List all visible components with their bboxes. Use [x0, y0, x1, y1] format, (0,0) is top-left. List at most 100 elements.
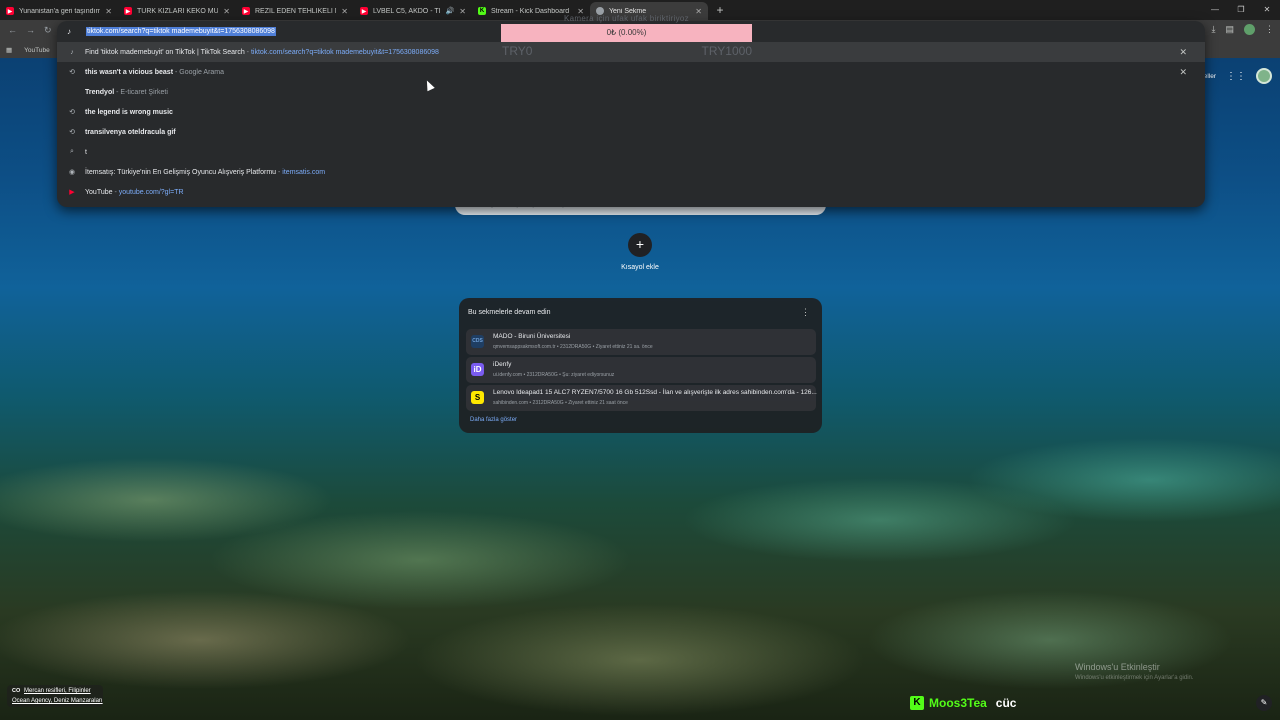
suggestion-text: Trendyol - E-ticaret Şirketi [85, 89, 168, 96]
address-input[interactable]: tiktok.com/search?q=tiktok mademebuyit&t… [86, 27, 276, 36]
continue-item-idenfy[interactable]: iD iDenfy ui.idenfy.com • 2312DRA50G • Ş… [466, 357, 816, 383]
continue-card-title: Bu sekmelerle devam edin [468, 309, 551, 316]
suggestion-0[interactable]: ♪ Find 'tiktok mademebuyit' on TikTok | … [57, 42, 1205, 62]
sahibinden-icon: S [471, 391, 484, 404]
donation-progress-bar: 0₺ (0.00%) [501, 24, 752, 42]
suggestion-main: YouTube [85, 188, 113, 196]
youtube-icon: ▶ [242, 7, 250, 15]
suggestion-text: İtemsatış: Türkiye'nin En Gelişmiş Oyunc… [85, 169, 325, 176]
suggestion-2[interactable]: Trendyol - E-ticaret Şirketi [57, 82, 1205, 102]
add-shortcut-label: Kısayol ekle [621, 264, 659, 271]
customize-pencil-icon[interactable]: ✎ [1256, 695, 1272, 711]
remove-suggestion-icon[interactable]: ✕ [1179, 47, 1187, 58]
tab-title: Yunanistan'a geri taşındım - Yo [19, 7, 101, 15]
suggestion-url: itemsatis.com [282, 168, 326, 176]
continue-item-subtitle: ui.idenfy.com • 2312DRA50G • Şu: ziyaret… [493, 372, 615, 378]
extensions-icon[interactable]: ▤ [1225, 24, 1234, 35]
profile-avatar[interactable] [1244, 24, 1255, 35]
windows-activation-sub: Windows'u etkinleştirmek için Ayarlar'a … [1075, 675, 1194, 681]
continue-item-title: MADO - Biruni Üniversitesi [493, 333, 571, 340]
bookmark-youtube[interactable]: YouTube [24, 47, 50, 54]
suggestion-text: transilvenya oteldracula gif [85, 129, 176, 136]
window-controls: — ❐ ✕ [1202, 0, 1280, 20]
suggestion-text: the legend is wrong music [85, 109, 173, 116]
suggestion-main: Trendyol [85, 88, 115, 96]
youtube-icon: ▶ [69, 189, 75, 196]
history-icon: ⟲ [69, 109, 75, 116]
close-tab-icon[interactable]: ✕ [459, 7, 466, 16]
tab-title: LVBEL C5, AKDO - TİKTOK [373, 7, 441, 15]
show-more-link[interactable]: Daha fazla göster [470, 417, 517, 423]
continue-item-title: Lenovo Ideapad1 15 ALC7 RYZEN7/5700 16 G… [493, 389, 817, 396]
speaker-icon[interactable]: 🔊 [446, 7, 455, 15]
minimize-icon[interactable]: — [1202, 0, 1228, 20]
suggestion-main: the legend is wrong music [85, 108, 173, 116]
add-shortcut[interactable]: + Kısayol ekle [603, 233, 677, 271]
close-window-icon[interactable]: ✕ [1254, 0, 1280, 20]
suggestion-4[interactable]: ⟲ transilvenya oteldracula gif [57, 122, 1205, 142]
suggestion-url: youtube.com/?gl=TR [118, 188, 184, 196]
back-icon[interactable]: ← [8, 25, 17, 35]
suggestion-main: İtemsatış: Türkiye'nin En Gelişmiş Oyunc… [85, 168, 277, 176]
omnibox-dropdown: ♪ tiktok.com/search?q=tiktok mademebuyit… [57, 21, 1205, 207]
stream-extra-text: cüc [995, 696, 1017, 710]
tab-1[interactable]: ▶ TÜRK KIZLARI KEKO MU SEVİYO ✕ [118, 2, 236, 20]
search-icon: ⌕ [70, 148, 74, 155]
credit-title-link[interactable]: Mercan resifleri, Filipinler [24, 688, 91, 694]
tab-2[interactable]: ▶ REZİL EDEN TEHLİKELİ MASA O ✕ [236, 2, 354, 20]
tab-0[interactable]: ▶ Yunanistan'a geri taşındım - Yo ✕ [0, 2, 118, 20]
stream-badge: K Moos3Tea cüc [910, 696, 1016, 710]
suggestion-1[interactable]: ⟲ this wasn't a vicious beast - Google A… [57, 62, 1205, 82]
youtube-icon: ▶ [6, 7, 14, 15]
menu-icon[interactable]: ⋮ [1265, 24, 1274, 35]
mado-icon: CDS [471, 335, 484, 348]
suggestion-main: transilvenya oteldracula gif [85, 128, 176, 136]
youtube-icon: ▶ [124, 7, 132, 15]
download-icon[interactable]: ⤓ [1212, 24, 1216, 35]
suggestion-6[interactable]: ◉ İtemsatış: Türkiye'nin En Gelişmiş Oyu… [57, 162, 1205, 182]
account-avatar[interactable] [1256, 68, 1272, 84]
suggestion-main: this wasn't a vicious beast [85, 68, 174, 76]
credit-badge: CO [12, 688, 21, 694]
continue-item-mado[interactable]: CDS MADO - Biruni Üniversitesi qmvemsapp… [466, 329, 816, 355]
suggestion-text: t [85, 149, 87, 156]
suggestion-3[interactable]: ⟲ the legend is wrong music [57, 102, 1205, 122]
apps-launcher-icon[interactable]: ⋮⋮ [1226, 71, 1246, 82]
tab-title: REZİL EDEN TEHLİKELİ MASA O [255, 7, 336, 15]
continue-item-subtitle: qmvemsappsakmsoft.com.tr • 2312DRA50G • … [493, 344, 653, 350]
toolbar-actions: ⤓ ▤ ⋮ [1212, 24, 1274, 35]
suggestion-main: t [85, 148, 87, 156]
close-tab-icon[interactable]: ✕ [223, 7, 230, 16]
suggestion-5[interactable]: ⌕ t [57, 142, 1205, 162]
site-icon: ◉ [68, 169, 76, 176]
suggestion-text: this wasn't a vicious beast - Google Ara… [85, 69, 224, 76]
remove-suggestion-icon[interactable]: ✕ [1179, 67, 1187, 78]
donation-max: TRY1000 [701, 44, 752, 58]
tiktok-icon: ♪ [70, 48, 74, 56]
idenfy-icon: iD [471, 363, 484, 376]
continue-item-title: iDenfy [493, 361, 512, 368]
continue-item-sahibinden[interactable]: S Lenovo Ideapad1 15 ALC7 RYZEN7/5700 16… [466, 385, 817, 411]
history-icon: ⟲ [69, 69, 75, 76]
donation-min: TRY0 [502, 44, 533, 58]
donation-progress-label: 0₺ (0.00%) [606, 28, 647, 37]
wallpaper-credit: CO Mercan resifleri, Filipinler Ocean Ag… [7, 685, 103, 707]
tab-3[interactable]: ▶ LVBEL C5, AKDO - TİKTOK 🔊 ✕ [354, 2, 472, 20]
apps-grid-icon[interactable]: ▦ [6, 46, 12, 54]
close-tab-icon[interactable]: ✕ [105, 7, 112, 16]
donation-caption: Kamera için ufak ufak biriktiriyoz [564, 14, 689, 23]
channel-name: Moos3Tea [929, 696, 987, 710]
forward-icon[interactable]: → [26, 25, 35, 35]
suggestion-7[interactable]: ▶ YouTube - youtube.com/?gl=TR [57, 182, 1205, 202]
windows-activation-title: Windows'u Etkinleştir [1075, 662, 1160, 672]
kick-icon: K [910, 696, 924, 710]
suggestion-url: tiktok.com/search?q=tiktok mademebuyit&t… [250, 48, 439, 56]
more-options-icon[interactable]: ⋮ [801, 307, 810, 318]
continue-tabs-card: Bu sekmelerle devam edin ⋮ CDS MADO - Bi… [459, 298, 822, 433]
youtube-icon: ▶ [360, 7, 368, 15]
credit-author-link[interactable]: Ocean Agency, Deniz Manzaraları [12, 698, 103, 704]
close-tab-icon[interactable]: ✕ [341, 7, 348, 16]
history-icon: ⟲ [69, 129, 75, 136]
maximize-icon[interactable]: ❐ [1228, 0, 1254, 20]
reload-icon[interactable]: ↻ [44, 25, 52, 36]
